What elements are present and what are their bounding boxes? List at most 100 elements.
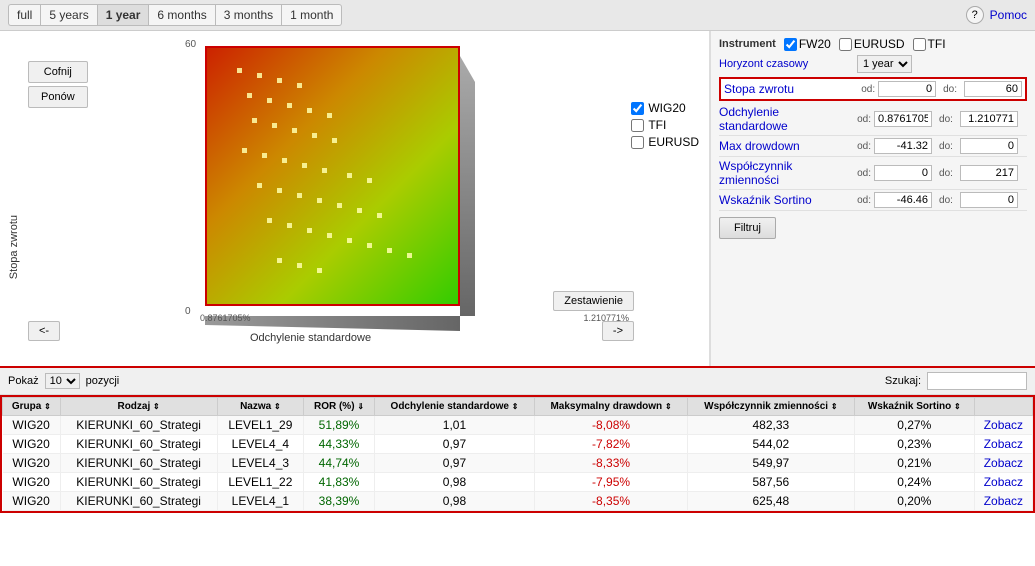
cell-grupa: WIG20 [3,492,61,511]
cell-rodzaj: KIERUNKI_60_Strategi [60,492,217,511]
dot-7 [307,108,312,113]
dot-9 [252,118,257,123]
cell-ror: 41,83% [304,473,375,492]
filter-do-input-0[interactable] [964,81,1022,97]
scatter-chart-container [190,46,480,331]
dot-3 [297,83,302,88]
dot-27 [377,213,382,218]
dot-11 [292,128,297,133]
see-link-0[interactable]: Zobacz [984,418,1023,432]
btn-1month[interactable]: 1 month [281,4,342,26]
col-wspolczynnik[interactable]: Współczynnik zmienności ⇕ [687,398,854,416]
col-rodzaj[interactable]: Rodzaj ⇕ [60,398,217,416]
legend-item-eurusd: EURUSD [631,135,699,149]
filter-label-3: Współczynnik zmienności [719,159,849,187]
cell-ror: 44,74% [304,454,375,473]
btn-5years[interactable]: 5 years [40,4,96,26]
bottom-section: Pokaż 10 pozycji Szukaj: Grupa ⇕ Rodzaj … [0,366,1035,566]
see-link-4[interactable]: Zobacz [984,494,1023,508]
dot-8 [327,113,332,118]
btn-full[interactable]: full [8,4,40,26]
eurusd-checkbox[interactable] [839,38,852,51]
cell-see[interactable]: Zobacz [974,473,1032,492]
legend-checkbox-eurusd[interactable] [631,136,644,149]
filter-od-input-3[interactable] [874,165,932,181]
filter-od-input-4[interactable] [874,192,932,208]
cell-see[interactable]: Zobacz [974,492,1032,511]
cell-rodzaj: KIERUNKI_60_Strategi [60,473,217,492]
filter-do-input-3[interactable] [960,165,1018,181]
table-header: Grupa ⇕ Rodzaj ⇕ Nazwa ⇕ ROR (%) ⇓ Odchy… [3,398,1033,416]
col-see [974,398,1032,416]
do-label-3: do: [935,168,957,179]
od-label-0: od: [853,84,875,95]
cell-drawdown: -8,35% [535,492,688,511]
dot-29 [287,223,292,228]
filter-od-input-0[interactable] [878,81,936,97]
x-axis-label: Odchylenie standardowe [250,332,371,344]
zestawienie-button[interactable]: Zestawienie [553,291,634,311]
col-nazwa[interactable]: Nazwa ⇕ [217,398,304,416]
search-input[interactable] [927,372,1027,390]
legend-label-tfi: TFI [648,118,666,132]
filtruj-button[interactable]: Filtruj [719,217,776,239]
cell-see[interactable]: Zobacz [974,435,1032,454]
eurusd-label: EURUSD [854,37,905,51]
legend-item-wig20: WIG20 [631,101,699,115]
dot-28 [267,218,272,223]
dot-22 [277,188,282,193]
nav-right-button[interactable]: -> [602,321,634,341]
filter-od-input-2[interactable] [874,138,932,154]
ponow-button[interactable]: Ponów [28,86,88,108]
od-label-4: od: [849,195,871,206]
nav-left-button[interactable]: <- [28,321,60,341]
cell-see[interactable]: Zobacz [974,416,1032,435]
col-ror[interactable]: ROR (%) ⇓ [304,398,375,416]
legend-checkbox-tfi[interactable] [631,119,644,132]
filter-do-input-4[interactable] [960,192,1018,208]
col-odchylenie[interactable]: Odchylenie standardowe ⇕ [374,398,534,416]
fw20-checkbox[interactable] [784,38,797,51]
table-row: WIG20 KIERUNKI_60_Strategi LEVEL4_4 44,3… [3,435,1033,454]
pokaz-select[interactable]: 10 [45,373,80,389]
do-label-4: do: [935,195,957,206]
see-link-1[interactable]: Zobacz [984,437,1023,451]
dot-24 [317,198,322,203]
legend-checkbox-wig20[interactable] [631,102,644,115]
filter-do-input-2[interactable] [960,138,1018,154]
instrument-row: Instrument FW20 EURUSD TFI [719,37,1027,51]
btn-3months[interactable]: 3 months [215,4,281,26]
btn-6months[interactable]: 6 months [148,4,214,26]
filter-od-input-1[interactable] [874,111,932,127]
dot-34 [387,248,392,253]
cell-ror: 44,33% [304,435,375,454]
tfi-checkbox-label: TFI [913,37,946,51]
help-icon[interactable]: ? [966,6,984,24]
see-link-3[interactable]: Zobacz [984,475,1023,489]
horyzont-select[interactable]: 1 year [857,55,912,73]
cell-sortino: 0,24% [854,473,974,492]
dot-25 [337,203,342,208]
see-link-2[interactable]: Zobacz [984,456,1023,470]
help-section: ? Pomoc [966,6,1027,24]
col-sortino[interactable]: Wskaźnik Sortino ⇕ [854,398,974,416]
btn-1year[interactable]: 1 year [97,4,149,26]
top-bar: full 5 years 1 year 6 months 3 months 1 … [0,0,1035,31]
od-label-1: od: [849,114,871,125]
cell-nazwa: LEVEL1_22 [217,473,304,492]
col-grupa[interactable]: Grupa ⇕ [3,398,61,416]
filter-panel: Instrument FW20 EURUSD TFI Horyzont czas… [710,31,1035,366]
cell-see[interactable]: Zobacz [974,454,1032,473]
tfi-checkbox[interactable] [913,38,926,51]
filter-do-input-1[interactable] [960,111,1018,127]
cofnij-button[interactable]: Cofnij [28,61,88,83]
cell-grupa: WIG20 [3,416,61,435]
cell-wspolczynnik: 549,97 [687,454,854,473]
col-drawdown[interactable]: Maksymalny drawdown ⇕ [535,398,688,416]
cell-sortino: 0,23% [854,435,974,454]
cell-wspolczynnik: 482,33 [687,416,854,435]
y-axis-label: Stopa zwrotu [8,215,20,279]
bottom-controls: Pokaż 10 pozycji Szukaj: [0,368,1035,395]
cell-odchylenie: 1,01 [374,416,534,435]
filter-label-0: Stopa zwrotu [724,82,853,96]
